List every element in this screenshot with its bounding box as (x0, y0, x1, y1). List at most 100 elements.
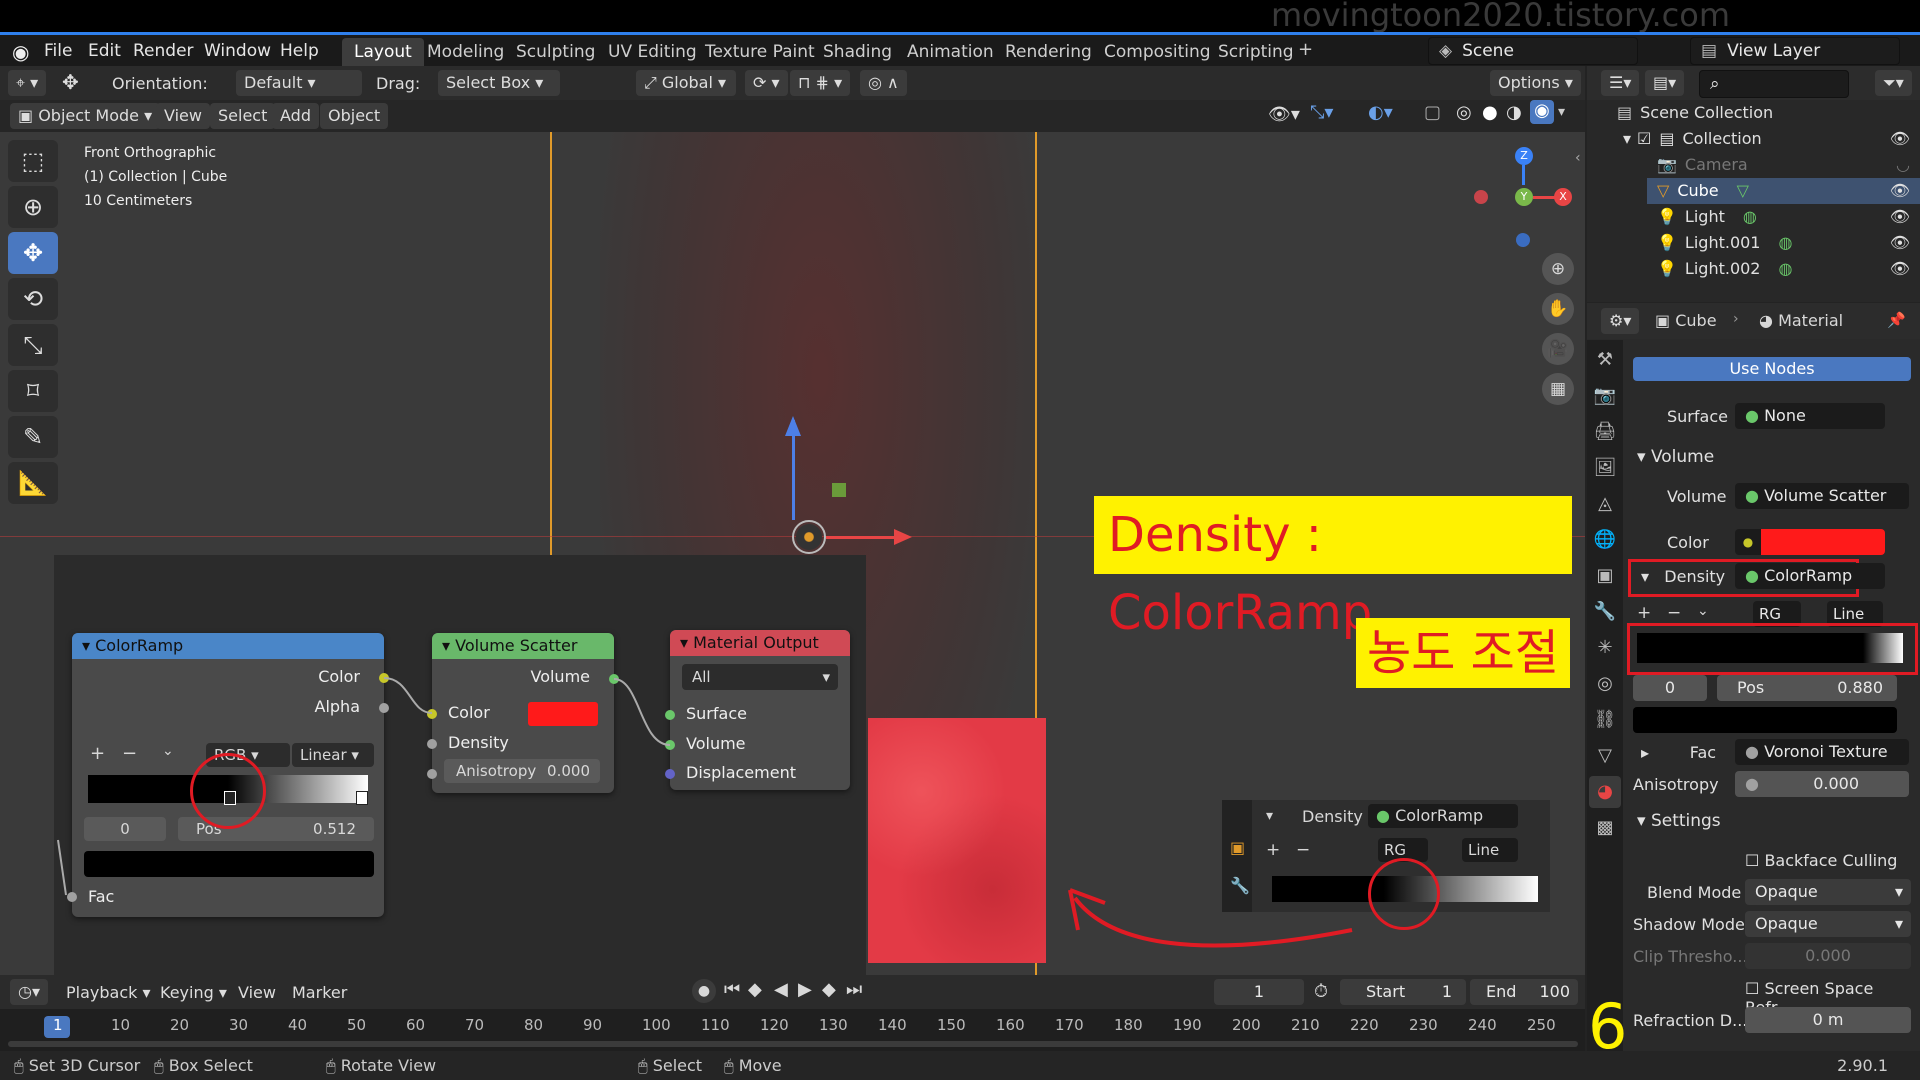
fac-row[interactable]: ▸ Fac (1641, 743, 1716, 762)
material-icon: ◕ (1759, 311, 1773, 330)
breadcrumb-object[interactable]: ▣ Cube (1655, 311, 1717, 330)
light-icon: 💡 (1657, 207, 1677, 226)
timeline-tick-label: 1 (53, 1016, 63, 1034)
refraction-depth-field[interactable]: 0 m (1745, 1007, 1911, 1033)
timeline-tick-label: 240 (1468, 1016, 1497, 1034)
timeline-tick-label: 230 (1409, 1016, 1438, 1034)
blend-mode-dropdown[interactable]: Opaque ▾ (1745, 879, 1911, 905)
properties-header: ⚙▾ ▣ Cube › ◕ Material 📌 (1587, 303, 1920, 339)
outliner-row-camera[interactable]: 📷 Camera ◡ (1657, 152, 1920, 178)
current-frame-field[interactable]: 1 (1214, 979, 1304, 1005)
expand-icon: ▾ (1623, 129, 1632, 148)
stopwatch-icon[interactable]: ⏱ (1314, 981, 1328, 1002)
constraints-tab-icon[interactable]: ⛓ (1589, 704, 1621, 736)
data-tab-icon[interactable]: ▽ (1589, 740, 1621, 772)
ramp-menu-icon[interactable]: ⌄ (1697, 603, 1709, 619)
eye-icon[interactable]: 👁 (1890, 178, 1910, 204)
inset-density-field: ● ColorRamp (1368, 804, 1518, 828)
timeline-menu-marker[interactable]: Marker (292, 983, 347, 1002)
outliner-row-light-002[interactable]: 💡 Light.002 ◍ 👁 (1657, 256, 1920, 282)
output-tab-icon[interactable]: 🖨 (1589, 416, 1621, 448)
timeline-scrollbar[interactable] (8, 1041, 1578, 1047)
checkbox-icon[interactable]: ☑ (1637, 129, 1651, 148)
eye-icon[interactable]: 👁 (1890, 126, 1910, 152)
play-icon[interactable]: ▶ (798, 979, 812, 1000)
timeline-editor-icon[interactable]: ◷▾ (10, 979, 48, 1005)
outliner-row-cube[interactable]: ▽ Cube ▽ 👁 (1647, 178, 1920, 204)
fac-field[interactable]: ● Voronoi Texture (1735, 739, 1909, 765)
settings-section-header[interactable]: ▾ Settings (1637, 811, 1721, 831)
properties-editor: ⚙▾ ▣ Cube › ◕ Material 📌 Use Nodes Surfa… (1587, 303, 1920, 1055)
particles-tab-icon[interactable]: ✳ (1589, 632, 1621, 664)
ramp-remove-icon[interactable]: − (1667, 603, 1681, 623)
ramp-gradient[interactable] (1637, 633, 1903, 663)
world-tab-icon[interactable]: 🌐 (1589, 524, 1621, 556)
timeline-tick-label: 220 (1350, 1016, 1379, 1034)
outliner-row-collection[interactable]: ▾ ☑ ▤ Collection 👁 (1623, 126, 1920, 152)
outliner-row-light-001[interactable]: 💡 Light.001 ◍ 👁 (1657, 230, 1920, 256)
tool-tab-icon[interactable]: ⚒ (1589, 344, 1621, 376)
density-field[interactable]: ● ColorRamp (1735, 563, 1885, 589)
material-tab-icon[interactable]: ◕ (1589, 776, 1621, 808)
timeline-tick-label: 170 (1055, 1016, 1084, 1034)
shadow-mode-dropdown[interactable]: Opaque ▾ (1745, 911, 1911, 937)
timeline-tick-label: 50 (347, 1016, 367, 1034)
modifier-tab-icon[interactable]: 🔧 (1589, 596, 1621, 628)
next-key-icon[interactable]: ◆ (822, 979, 836, 1000)
ramp-stop-color[interactable] (1633, 707, 1897, 733)
timeline-tick-label: 130 (819, 1016, 848, 1034)
object-tab-icon[interactable]: ▣ (1589, 560, 1621, 592)
outliner-filter-icon[interactable]: ⏷▾ (1875, 70, 1912, 96)
mesh-icon: ▽ (1657, 181, 1670, 200)
eye-hidden-icon[interactable]: ◡ (1896, 152, 1910, 178)
end-frame-field[interactable]: End 100 (1470, 979, 1578, 1005)
color-swatch[interactable] (1761, 529, 1885, 555)
scene-collection-row[interactable]: ▤ Scene Collection (1617, 100, 1917, 126)
light-icon: 💡 (1657, 259, 1677, 278)
clip-threshold-field[interactable]: 0.000 (1745, 943, 1911, 969)
jump-start-icon[interactable]: ⏮ (724, 979, 740, 1000)
outliner-editor-icon[interactable]: ☰▾ (1601, 70, 1640, 96)
outliner-search-input[interactable]: ⌕ (1699, 70, 1849, 98)
start-frame-field[interactable]: Start 1 (1340, 979, 1466, 1005)
play-reverse-icon[interactable]: ◀ (774, 979, 788, 1000)
timeline-tick-label: 100 (642, 1016, 671, 1034)
pin-icon[interactable]: 📌 (1887, 311, 1906, 329)
view-layer-tab-icon[interactable]: 🖼 (1589, 452, 1621, 484)
use-nodes-button[interactable]: Use Nodes (1633, 357, 1911, 381)
scene-tab-icon[interactable]: ◬ (1589, 488, 1621, 520)
timeline-tick-label: 110 (701, 1016, 730, 1034)
breadcrumb-material[interactable]: ◕ Material (1759, 311, 1843, 330)
render-tab-icon[interactable]: 📷 (1589, 380, 1621, 412)
timeline-tick-label: 120 (760, 1016, 789, 1034)
surface-field[interactable]: ● None (1735, 403, 1885, 429)
prev-key-icon[interactable]: ◆ (748, 979, 762, 1000)
breadcrumb-separator-icon: › (1733, 311, 1739, 327)
timeline-menu-keying[interactable]: Keying ▾ (160, 983, 227, 1002)
physics-tab-icon[interactable]: ◎ (1589, 668, 1621, 700)
density-row[interactable]: ▾ Density (1641, 567, 1725, 586)
eye-icon[interactable]: 👁 (1890, 230, 1910, 256)
ramp-pos-field[interactable]: Pos 0.880 (1717, 675, 1897, 701)
texture-tab-icon[interactable]: ▩ (1589, 812, 1621, 844)
version-label: 2.90.1 (1837, 1056, 1888, 1075)
timeline-menu-playback[interactable]: Playback ▾ (66, 983, 151, 1002)
volume-section-header[interactable]: ▾ Volume (1637, 447, 1714, 467)
record-icon[interactable]: ● (692, 979, 716, 1003)
properties-editor-icon[interactable]: ⚙▾ (1601, 308, 1640, 334)
ramp-index-field[interactable]: 0 (1633, 675, 1707, 701)
outliner-row-light[interactable]: 💡 Light ◍ 👁 (1657, 204, 1920, 230)
outliner-display-icon[interactable]: ▤▾ (1645, 70, 1685, 96)
timeline-tick-label: 150 (937, 1016, 966, 1034)
ramp-add-icon[interactable]: + (1637, 603, 1651, 623)
backface-checkbox[interactable]: ☐ Backface Culling (1745, 851, 1897, 870)
inset-stop-highlight (1368, 858, 1440, 930)
timeline-tick-label: 250 (1527, 1016, 1556, 1034)
eye-icon[interactable]: 👁 (1890, 256, 1910, 282)
anisotropy-field[interactable]: ● 0.000 (1735, 771, 1909, 797)
jump-end-icon[interactable]: ⏭ (846, 979, 862, 1000)
eye-icon[interactable]: 👁 (1890, 204, 1910, 230)
volume-field[interactable]: ● Volume Scatter (1735, 483, 1909, 509)
color-socket-icon[interactable]: ● (1735, 529, 1761, 555)
timeline-menu-view[interactable]: View (238, 983, 276, 1002)
